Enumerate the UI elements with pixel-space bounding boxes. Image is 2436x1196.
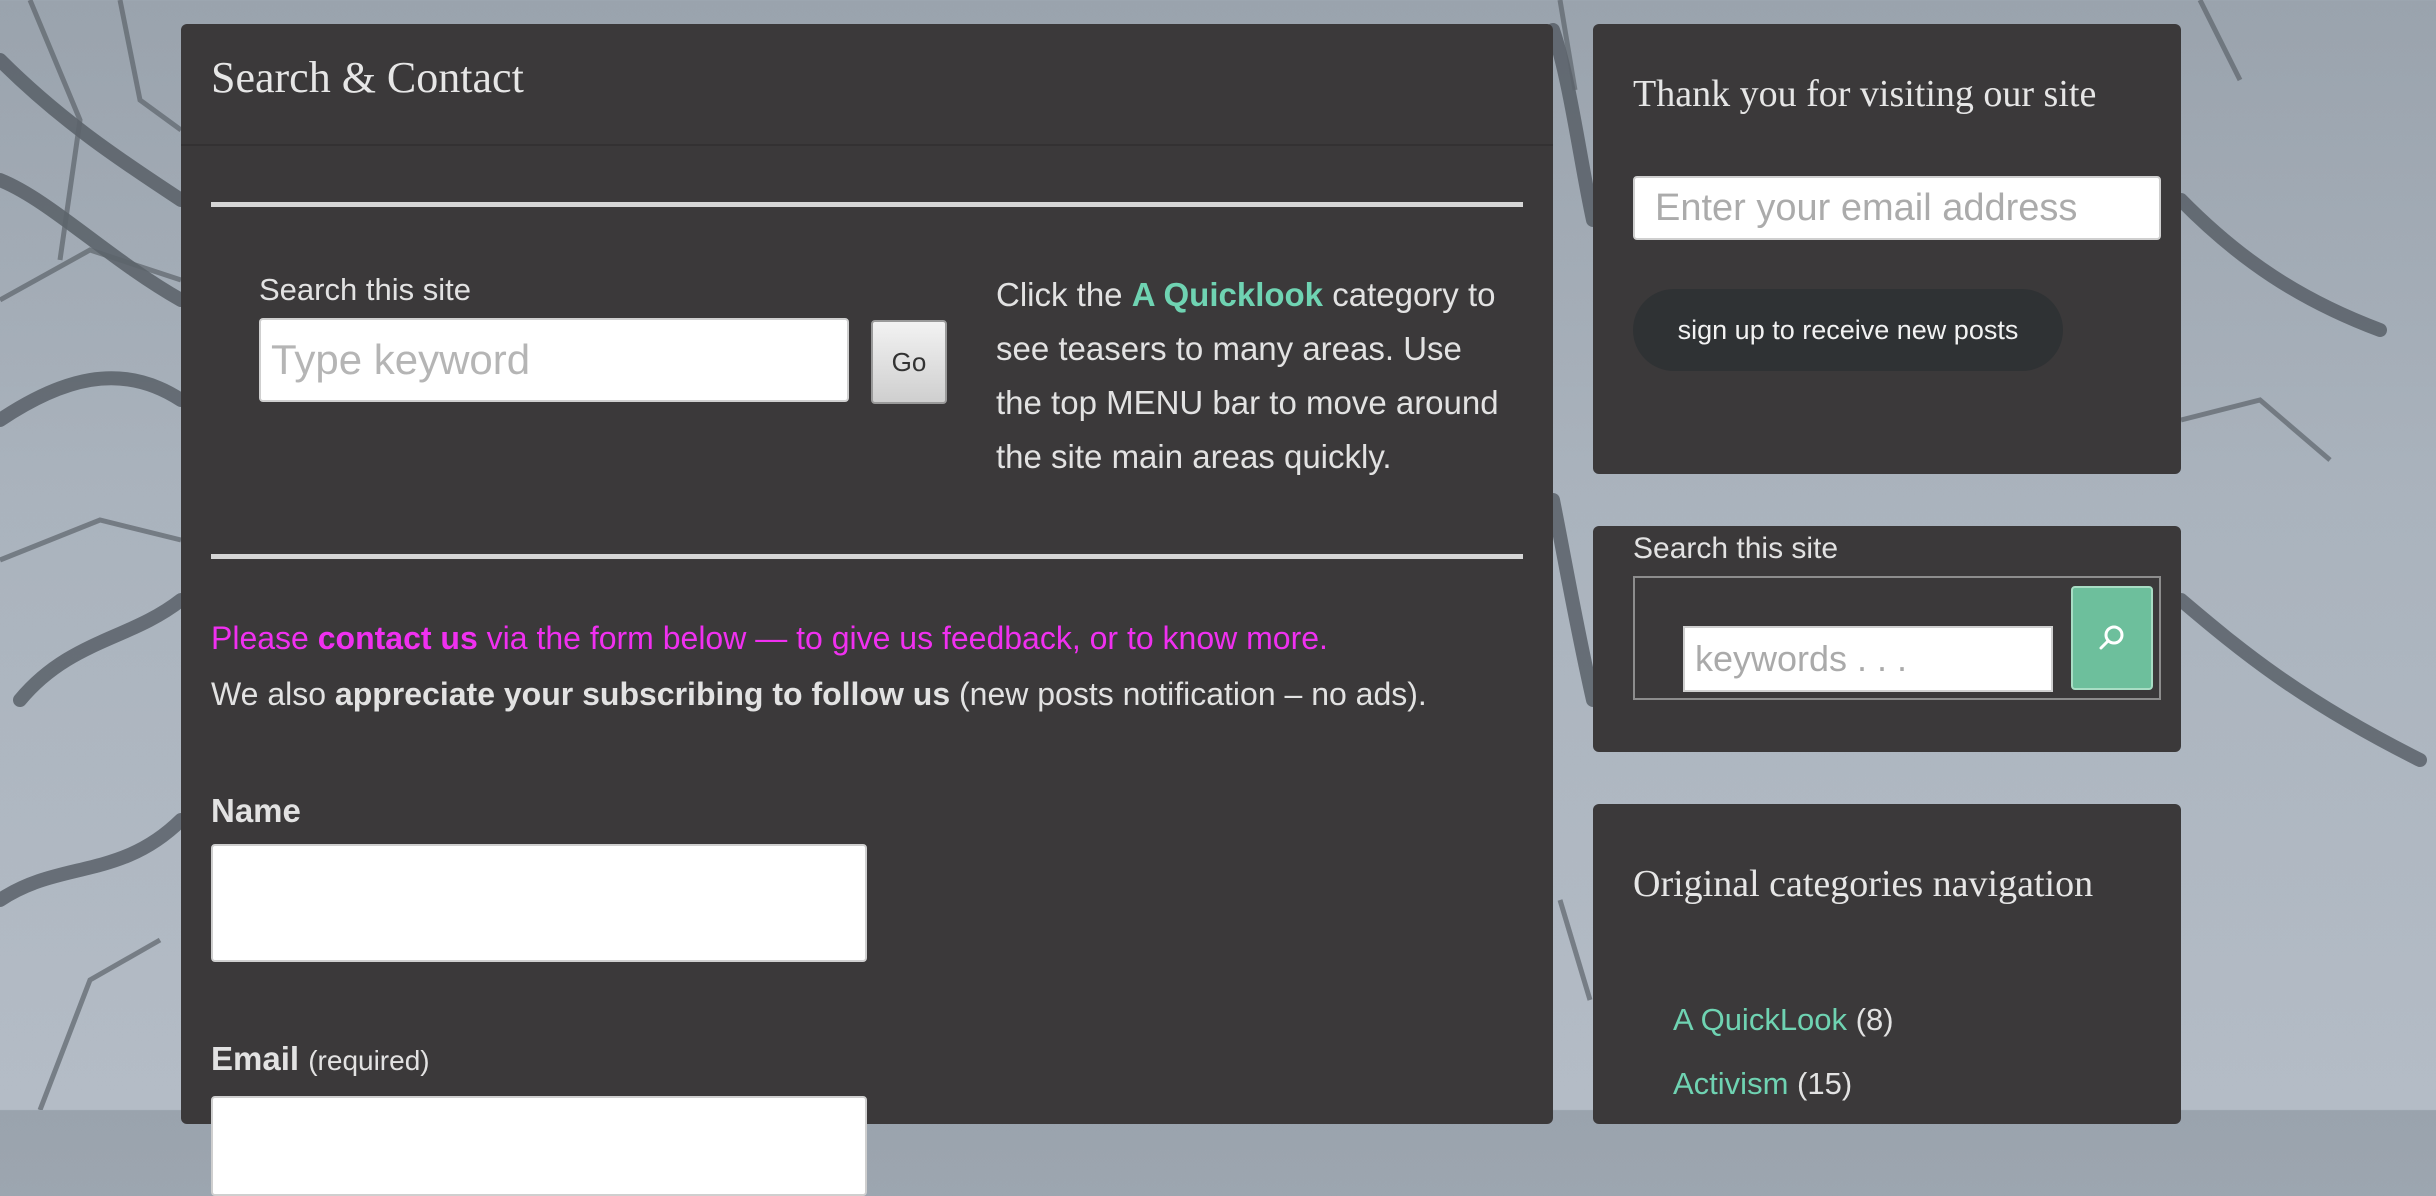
signup-button[interactable]: sign up to receive new posts [1633,289,2063,371]
section-divider-top [211,202,1523,207]
sidebar-search-label: Search this site [1633,532,1839,565]
search-input[interactable] [259,318,849,402]
search-contact-panel: Search & Contact Search this site Go Cli… [181,24,1553,1196]
category-link-a-quicklook[interactable]: A QuickLook [1673,1002,1847,1037]
required-note: (required) [308,1045,430,1076]
subscribe-emphasis: appreciate your subscribing to follow us [334,676,951,712]
go-button[interactable]: Go [871,320,947,404]
categories-title: Original categories navigation [1633,863,2094,905]
quicklook-link[interactable]: A Quicklook [1132,276,1323,313]
subscribe-prefix: We also [211,676,335,712]
name-field[interactable] [211,844,867,962]
name-label: Name [211,792,301,829]
email-label: Email (required) [211,1040,430,1078]
signup-title: Thank you for visiting our site [1633,73,2097,115]
category-link-activism[interactable]: Activism [1673,1066,1788,1101]
sidebar-search-input[interactable] [1683,626,2053,692]
category-item: Activism (15) [1673,1052,1894,1116]
category-item: A QuickLook (8) [1673,988,1894,1052]
email-label-text: Email [211,1040,300,1077]
page-title: Search & Contact [211,53,524,102]
sidebar-search-widget: Search this site [1593,526,2181,752]
contact-invite: Please contact us via the form below — t… [211,620,1328,657]
section-divider-bottom [211,554,1523,559]
subscribe-note: We also appreciate your subscribing to f… [211,676,1427,713]
subscribe-suffix: (new posts notification – no ads). [950,676,1427,712]
category-count: (8) [1855,1002,1894,1037]
search-label: Search this site [259,272,471,307]
sidebar-search-form [1633,576,2161,700]
search-icon [2099,625,2124,650]
title-divider [181,144,1553,146]
subscribe-email-input[interactable] [1633,176,2161,240]
category-list: A QuickLook (8) Activism (15) [1673,988,1894,1116]
sidebar-search-button[interactable] [2071,586,2153,690]
quicklook-text: Click the A Quicklook category to see te… [996,268,1516,484]
email-field[interactable] [211,1096,867,1196]
signup-widget: Thank you for visiting our site sign up … [1593,24,2181,474]
categories-widget: Original categories navigation A QuickLo… [1593,804,2181,1124]
contact-suffix: via the form below — to give us feedback… [477,620,1328,656]
category-count: (15) [1797,1066,1853,1101]
contact-us-link[interactable]: contact us [318,620,478,656]
quicklook-prefix: Click the [996,276,1132,313]
contact-prefix: Please [211,620,318,656]
